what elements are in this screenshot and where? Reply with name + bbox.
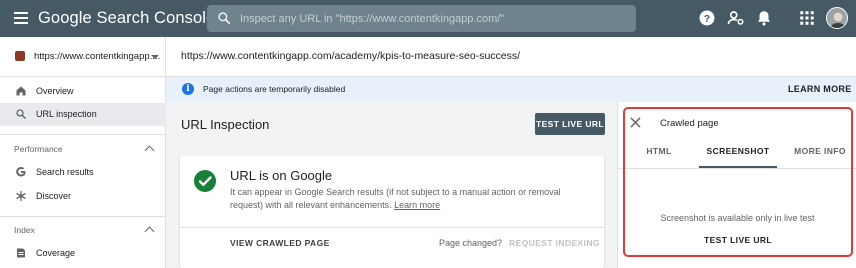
sidebar: Overview URL inspection Performance Sear…	[0, 77, 166, 268]
request-indexing-button: REQUEST INDEXING	[509, 238, 600, 248]
sidebar-divider	[0, 216, 166, 217]
user-photo-icon	[827, 8, 847, 28]
page-changed-label: Page changed?	[439, 238, 503, 248]
close-icon[interactable]	[630, 117, 641, 128]
apps-grid-icon[interactable]	[798, 9, 816, 27]
card-divider	[180, 227, 604, 228]
index-status-card: URL is on Google It can appear in Google…	[180, 156, 604, 268]
index-status-title: URL is on Google	[230, 168, 333, 183]
asterisk-icon	[16, 190, 26, 202]
sidebar-item-search-results[interactable]: Search results	[0, 161, 166, 184]
sidebar-item-label: URL inspection	[36, 109, 97, 119]
section-heading-index: Index	[14, 225, 35, 235]
avatar[interactable]	[826, 7, 848, 29]
property-favicon-icon	[15, 51, 25, 61]
property-label: https://www.contentkingapp....	[34, 51, 161, 62]
top-app-bar: Google Search Console ?	[0, 0, 856, 37]
panel-divider	[618, 168, 856, 169]
search-input[interactable]	[240, 5, 630, 32]
dropdown-caret-icon	[151, 55, 159, 59]
google-g-icon	[16, 167, 26, 177]
learn-more-link[interactable]: Learn more	[394, 200, 440, 210]
panel-title: Crawled page	[660, 118, 719, 129]
sidebar-item-url-inspection[interactable]: URL inspection	[0, 103, 166, 126]
sidebar-item-coverage[interactable]: Coverage	[0, 242, 166, 265]
section-heading-performance: Performance	[14, 144, 63, 154]
inspected-url-bar: https://www.contentkingapp.com/academy/k…	[166, 37, 856, 77]
check-circle-icon	[194, 170, 216, 192]
svg-text:?: ?	[704, 13, 710, 25]
index-status-description: It can appear in Google Search results (…	[230, 186, 590, 212]
search-icon	[218, 12, 231, 25]
tab-html[interactable]: HTML	[633, 146, 685, 168]
banner-text: Page actions are temporarily disabled	[203, 84, 346, 94]
screenshot-unavailable-message: Screenshot is available only in live tes…	[660, 213, 815, 223]
page-title: URL Inspection	[181, 117, 270, 132]
app-title[interactable]: Google Search Console	[38, 9, 215, 28]
hamburger-menu-icon[interactable]	[14, 12, 28, 24]
collapse-performance-icon[interactable]	[144, 145, 155, 156]
sidebar-item-label: Overview	[36, 86, 74, 96]
help-icon[interactable]: ?	[698, 9, 716, 27]
view-crawled-page-button[interactable]: VIEW CRAWLED PAGE	[230, 238, 330, 248]
url-inspection-main: URL Inspection TEST LIVE URL URL is on G…	[166, 102, 617, 268]
search-bar[interactable]	[207, 5, 636, 32]
panel-test-live-url-button[interactable]: TEST LIVE URL	[704, 235, 772, 245]
sidebar-item-overview[interactable]: Overview	[0, 80, 166, 103]
coverage-icon	[17, 248, 25, 258]
tab-more-info[interactable]: MORE INFO	[790, 146, 850, 168]
tab-screenshot[interactable]: SCREENSHOT	[699, 146, 777, 168]
sidebar-item-label: Discover	[36, 191, 72, 201]
sidebar-item-label: Coverage	[36, 248, 76, 258]
sidebar-item-label: Search results	[36, 167, 94, 177]
info-banner: i Page actions are temporarily disabled …	[166, 77, 856, 102]
collapse-index-icon[interactable]	[144, 226, 155, 237]
home-icon	[16, 86, 26, 96]
notifications-icon[interactable]	[755, 9, 773, 27]
crawled-page-panel: Crawled page HTML SCREENSHOT MORE INFO S…	[617, 102, 856, 268]
property-selector[interactable]: https://www.contentkingapp....	[0, 37, 166, 77]
inspected-url: https://www.contentkingapp.com/academy/k…	[181, 50, 521, 62]
sidebar-item-discover[interactable]: Discover	[0, 185, 166, 208]
sidebar-divider	[0, 134, 166, 135]
test-live-url-button[interactable]: TEST LIVE URL	[535, 113, 605, 135]
search-icon	[16, 109, 26, 119]
info-icon: i	[182, 83, 194, 95]
learn-more-button[interactable]: LEARN MORE	[788, 84, 852, 94]
account-settings-icon[interactable]	[727, 9, 745, 27]
